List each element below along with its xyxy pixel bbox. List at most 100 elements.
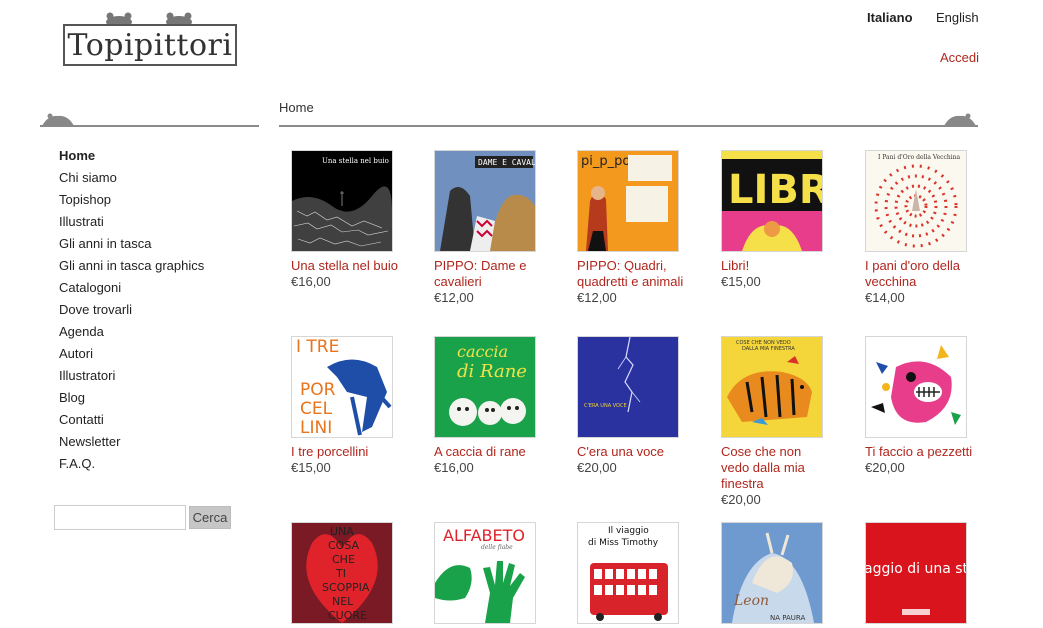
- sidebar-item-chi-siamo[interactable]: Chi siamo: [59, 169, 204, 191]
- sidebar-item-autori[interactable]: Autori: [59, 345, 204, 367]
- svg-text:caccia: caccia: [457, 342, 508, 361]
- product-card[interactable]: C'ERA UNA VOCE C'era una voce €20,00: [577, 336, 697, 476]
- product-title[interactable]: PIPPO: Dame e cavalieri: [434, 258, 542, 290]
- svg-text:CUORE: CUORE: [328, 609, 367, 622]
- sidebar-item-home[interactable]: Home: [59, 147, 204, 169]
- sidebar-item-faq[interactable]: F.A.Q.: [59, 455, 204, 477]
- product-title[interactable]: I tre porcellini: [291, 444, 399, 460]
- svg-text:DALLA MIA FINESTRA: DALLA MIA FINESTRA: [742, 346, 795, 352]
- product-title[interactable]: Ti faccio a pezzetti: [865, 444, 973, 460]
- product-price: €15,00: [291, 460, 331, 475]
- book-cover[interactable]: DAME E CAVALIERI: [434, 150, 536, 252]
- book-cover[interactable]: pi_p_po..: [577, 150, 679, 252]
- book-cover[interactable]: caccia di Rane: [434, 336, 536, 438]
- book-cover[interactable]: Leon NA PAURA: [721, 522, 823, 624]
- book-cover[interactable]: LIBRI: [721, 150, 823, 252]
- product-card[interactable]: I TRE POR CEL LINI I tre porcellini €15,…: [291, 336, 411, 476]
- sidebar-item-dove-trovarli[interactable]: Dove trovarli: [59, 301, 204, 323]
- sidebar-item-gli-anni-in-tasca[interactable]: Gli anni in tasca: [59, 235, 204, 257]
- product-title[interactable]: Libri!: [721, 258, 829, 274]
- svg-text:di Rane: di Rane: [457, 361, 527, 382]
- product-title[interactable]: A caccia di rane: [434, 444, 542, 460]
- product-card[interactable]: ALFABETO delle fiabe: [434, 522, 554, 624]
- search-input[interactable]: [54, 505, 186, 530]
- product-card[interactable]: pi_p_po.. PIPPO: Quadri, quadretti e ani…: [577, 150, 697, 306]
- svg-text:CEL: CEL: [300, 399, 333, 419]
- sidebar-item-contatti[interactable]: Contatti: [59, 411, 204, 433]
- product-card[interactable]: COSE CHE NON VEDO DALLA MIA FINESTRA Cos…: [721, 336, 841, 508]
- svg-text:NEL: NEL: [332, 595, 354, 608]
- svg-text:Una stella nel buio: Una stella nel buio: [322, 157, 389, 165]
- book-cover[interactable]: [865, 336, 967, 438]
- svg-text:I TRE: I TRE: [296, 337, 339, 357]
- svg-text:Leon: Leon: [733, 593, 769, 609]
- content-divider: [279, 125, 978, 127]
- svg-text:SCOPPIA: SCOPPIA: [322, 581, 370, 594]
- product-card[interactable]: LIBRI Libri! €15,00: [721, 150, 841, 290]
- site-logo[interactable]: Topipittori: [63, 10, 237, 66]
- logo-text: Topipittori: [67, 27, 233, 63]
- language-italiano[interactable]: Italiano: [867, 10, 913, 25]
- svg-text:CHE: CHE: [332, 553, 355, 566]
- product-price: €15,00: [721, 274, 761, 289]
- product-card[interactable]: I Pani d'Oro della Vecchina I pani d'oro…: [865, 150, 985, 306]
- svg-text:Il viaggio: Il viaggio: [608, 526, 649, 536]
- svg-text:UNA: UNA: [330, 525, 354, 538]
- product-card[interactable]: Leon NA PAURA: [721, 522, 841, 624]
- login-link[interactable]: Accedi: [940, 50, 979, 65]
- mouse-icon: [944, 113, 976, 126]
- product-card[interactable]: Una stella nel buio Una stella nel buio …: [291, 150, 411, 290]
- product-price: €20,00: [577, 460, 617, 475]
- svg-text:C'ERA UNA VOCE: C'ERA UNA VOCE: [584, 403, 627, 409]
- sidebar-item-agenda[interactable]: Agenda: [59, 323, 204, 345]
- sidebar-item-blog[interactable]: Blog: [59, 389, 204, 411]
- book-cover[interactable]: I Pani d'Oro della Vecchina: [865, 150, 967, 252]
- sidebar-item-topishop[interactable]: Topishop: [59, 191, 204, 213]
- svg-text:LIBRI: LIBRI: [728, 167, 822, 213]
- svg-text:NA PAURA: NA PAURA: [770, 614, 806, 622]
- breadcrumb: Home: [279, 100, 314, 115]
- product-card[interactable]: DAME E CAVALIERI PIPPO: Dame e cavalieri…: [434, 150, 554, 306]
- product-card[interactable]: Il viaggio di Miss Timothy: [577, 522, 697, 624]
- product-card[interactable]: UNA COSA CHE TI SCOPPIA NEL CUORE: [291, 522, 411, 624]
- product-price: €16,00: [434, 460, 474, 475]
- sidebar-item-illustrati[interactable]: Illustrati: [59, 213, 204, 235]
- product-title[interactable]: I pani d'oro della vecchina: [865, 258, 973, 290]
- book-cover[interactable]: COSE CHE NON VEDO DALLA MIA FINESTRA: [721, 336, 823, 438]
- product-price: €20,00: [721, 492, 761, 507]
- product-card[interactable]: caccia di Rane A caccia di rane €16,00: [434, 336, 554, 476]
- sidebar-item-newsletter[interactable]: Newsletter: [59, 433, 204, 455]
- product-title[interactable]: Una stella nel buio: [291, 258, 399, 274]
- svg-text:di Miss Timothy: di Miss Timothy: [588, 538, 659, 548]
- book-cover[interactable]: UNA COSA CHE TI SCOPPIA NEL CUORE: [291, 522, 393, 624]
- svg-text:I Pani d'Oro della Vecchina: I Pani d'Oro della Vecchina: [878, 154, 961, 161]
- product-title[interactable]: Cose che non vedo dalla mia finestra: [721, 444, 829, 492]
- product-title[interactable]: PIPPO: Quadri, quadretti e animali: [577, 258, 685, 290]
- svg-text:COSA: COSA: [328, 539, 360, 552]
- sidebar-nav: Home Chi siamo Topishop Illustrati Gli a…: [59, 147, 204, 477]
- search-button[interactable]: Cerca: [189, 506, 231, 529]
- product-title[interactable]: C'era una voce: [577, 444, 685, 460]
- svg-text:ALFABETO: ALFABETO: [443, 526, 525, 545]
- book-cover[interactable]: I TRE POR CEL LINI: [291, 336, 393, 438]
- book-cover[interactable]: Il viaggio di Miss Timothy: [577, 522, 679, 624]
- svg-text:LINI: LINI: [300, 418, 332, 437]
- svg-text:POR: POR: [300, 380, 336, 400]
- book-cover[interactable]: ALFABETO delle fiabe: [434, 522, 536, 624]
- sidebar-item-illustratori[interactable]: Illustratori: [59, 367, 204, 389]
- svg-text:TI: TI: [335, 567, 346, 580]
- language-english[interactable]: English: [936, 10, 979, 25]
- product-price: €16,00: [291, 274, 331, 289]
- product-card[interactable]: aggio di una ste: [865, 522, 985, 624]
- book-cover[interactable]: aggio di una ste: [865, 522, 967, 624]
- product-price: €14,00: [865, 290, 905, 305]
- book-cover[interactable]: C'ERA UNA VOCE: [577, 336, 679, 438]
- svg-text:aggio di una ste: aggio di una ste: [866, 561, 966, 577]
- book-cover[interactable]: Una stella nel buio: [291, 150, 393, 252]
- logo-frame: Topipittori: [63, 24, 237, 66]
- svg-text:delle fiabe: delle fiabe: [481, 544, 513, 551]
- sidebar-item-catalogoni[interactable]: Catalogoni: [59, 279, 204, 301]
- product-price: €12,00: [434, 290, 474, 305]
- product-card[interactable]: Ti faccio a pezzetti €20,00: [865, 336, 985, 476]
- sidebar-item-gli-anni-in-tasca-graphics[interactable]: Gli anni in tasca graphics: [59, 257, 204, 279]
